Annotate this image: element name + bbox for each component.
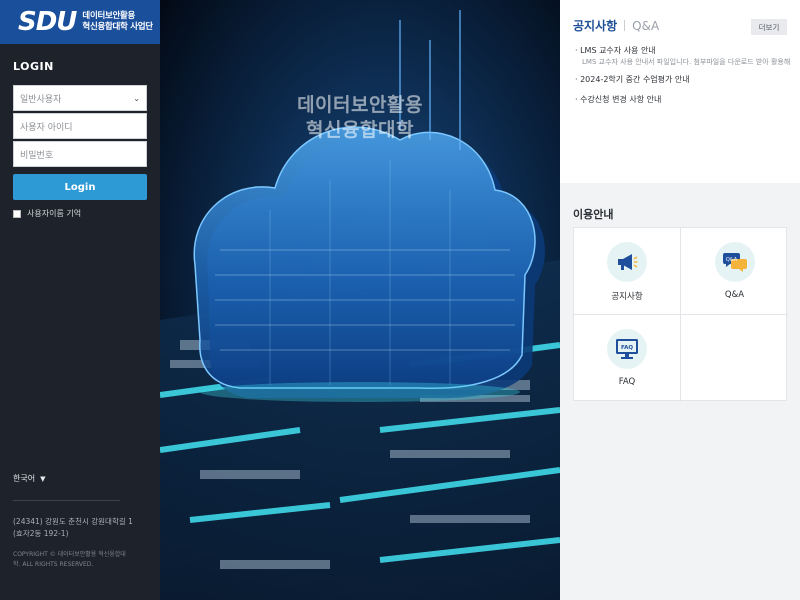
notice-item[interactable]: · 수강신청 변경 사항 안내 bbox=[575, 94, 797, 106]
tab-qa[interactable]: Q&A bbox=[632, 19, 659, 33]
tab-separator bbox=[624, 20, 626, 31]
left-sidebar: SDU 데이터보안활용 혁신융합대학 사업단 LOGIN 일반사용자 ⌄ 사용자… bbox=[0, 0, 160, 600]
remember-username[interactable]: 사용자이름 기억 bbox=[13, 208, 81, 219]
remember-label: 사용자이름 기억 bbox=[27, 209, 82, 218]
hero-title-line-1: 데이터보안활용 bbox=[297, 94, 423, 116]
footer-divider bbox=[13, 500, 120, 501]
login-button[interactable]: Login bbox=[13, 174, 147, 200]
guide-notice-label: 공지사항 bbox=[611, 292, 643, 302]
notice-tabs: 공지사항 Q&A bbox=[573, 17, 659, 34]
usage-guide-area: 이용안내 공지사항 Q&A Q&A FAQ FAQ bbox=[560, 183, 800, 600]
password-input[interactable]: 비밀번호 bbox=[13, 141, 147, 167]
faq-monitor-icon: FAQ bbox=[607, 329, 647, 369]
user-type-value: 일반사용자 bbox=[20, 94, 62, 105]
hero-banner: 데이터보안활용 혁신융합대학 bbox=[160, 0, 560, 600]
guide-empty-tile bbox=[681, 315, 788, 402]
faq-badge-text: FAQ bbox=[621, 345, 633, 351]
language-label: 한국어 bbox=[13, 474, 36, 483]
remember-checkbox[interactable] bbox=[13, 209, 21, 218]
notice-item[interactable]: · 2024-2학기 중간 수업평가 안내 bbox=[575, 74, 797, 86]
tab-notice[interactable]: 공지사항 bbox=[573, 17, 617, 34]
guide-qa-tile[interactable]: Q&A Q&A bbox=[681, 228, 788, 315]
chevron-down-icon: ⌄ bbox=[133, 93, 140, 103]
address-text: (24341) 강원도 춘천시 강원대학길 1 (효자2동 192-1) bbox=[13, 517, 133, 538]
notice-box: 공지사항 Q&A 더보기 · LMS 교수자 사용 안내 LMS 교수자 사용 … bbox=[560, 0, 800, 183]
logo-line-1: 데이터보안활용 bbox=[82, 11, 136, 21]
logo-line-2: 혁신융합대학 사업단 bbox=[82, 22, 153, 32]
guide-qa-label: Q&A bbox=[724, 290, 745, 300]
more-button[interactable]: 더보기 bbox=[751, 19, 787, 35]
username-placeholder: 사용자 아이디 bbox=[20, 122, 73, 133]
cloud-circuit-illustration bbox=[160, 0, 560, 600]
right-panel: 공지사항 Q&A 더보기 · LMS 교수자 사용 안내 LMS 교수자 사용 … bbox=[560, 0, 800, 600]
logo-mark: SDU bbox=[18, 7, 77, 37]
megaphone-icon bbox=[607, 242, 647, 282]
usage-guide-title: 이용안내 bbox=[573, 208, 614, 221]
guide-notice-tile[interactable]: 공지사항 bbox=[574, 228, 681, 315]
hero-title: 데이터보안활용 혁신융합대학 bbox=[160, 93, 560, 143]
username-input[interactable]: 사용자 아이디 bbox=[13, 113, 147, 139]
qa-badge-text: Q&A bbox=[725, 257, 737, 263]
notice-item[interactable]: · LMS 교수자 사용 안내 bbox=[575, 45, 797, 57]
hero-title-line-2: 혁신융합대학 bbox=[306, 119, 414, 141]
copyright-text: COPYRIGHT © 데이터보안활용 혁신융합대학. ALL RIGHTS R… bbox=[13, 551, 126, 568]
qa-chat-icon: Q&A bbox=[714, 242, 755, 282]
usage-guide-grid: 공지사항 Q&A Q&A FAQ FAQ bbox=[573, 227, 788, 402]
guide-faq-tile[interactable]: FAQ FAQ bbox=[574, 315, 681, 402]
logo-bar[interactable]: SDU 데이터보안활용 혁신융합대학 사업단 bbox=[0, 0, 160, 44]
login-title: LOGIN bbox=[13, 60, 54, 73]
notice-list: · LMS 교수자 사용 안내 LMS 교수자 사용 안내서 파일입니다. 첨부… bbox=[575, 45, 797, 106]
guide-faq-label: FAQ bbox=[618, 377, 636, 387]
logo-text: 데이터보안활용 혁신융합대학 사업단 bbox=[82, 11, 153, 33]
caret-down-icon: ▼ bbox=[40, 474, 46, 483]
language-select[interactable]: 한국어 ▼ bbox=[13, 473, 45, 484]
notice-item-summary: LMS 교수자 사용 안내서 파일입니다. 첨부파일을 다운로드 받아 활용해 bbox=[582, 58, 791, 66]
password-placeholder: 비밀번호 bbox=[20, 150, 54, 161]
user-type-select[interactable]: 일반사용자 ⌄ bbox=[13, 85, 147, 111]
